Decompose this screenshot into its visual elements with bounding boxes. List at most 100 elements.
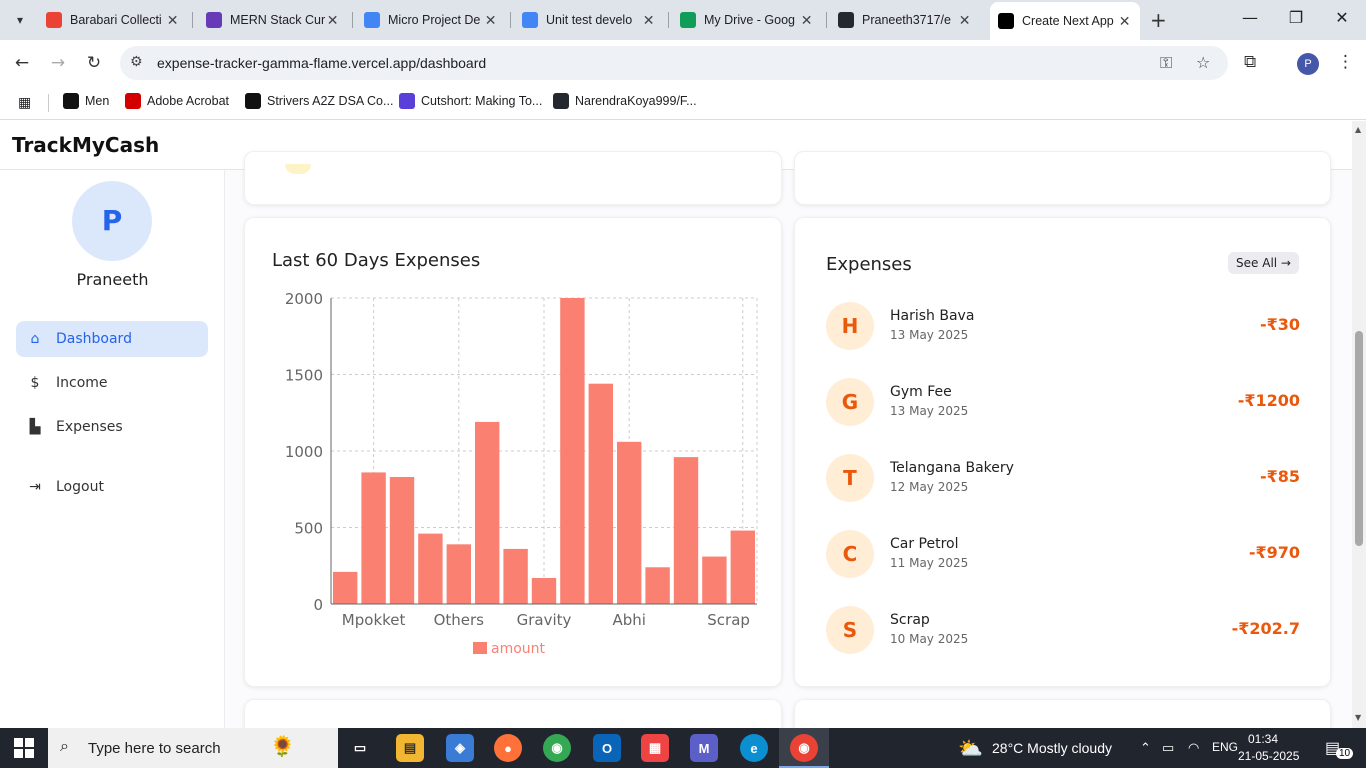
nav-item-logout[interactable]: ⇥ Logout [16, 469, 208, 505]
scroll-down-icon[interactable]: ▼ [1355, 713, 1361, 722]
edge-icon[interactable]: e [740, 734, 768, 762]
nav-label: Income [56, 375, 108, 391]
weather-icon[interactable]: ⛅ [958, 736, 983, 761]
tab-search-icon[interactable]: ▾ [8, 8, 32, 32]
extensions-icon[interactable]: ⧉ [1244, 52, 1256, 72]
close-tab-icon[interactable]: ✕ [165, 12, 180, 29]
bar [503, 548, 528, 604]
expense-amount: -₹1200 [1237, 391, 1300, 410]
expense-list-item[interactable]: H Harish Bava 13 May 2025 -₹30 [826, 302, 1300, 352]
nav-item-dashboard[interactable]: ⌂ Dashboard [16, 321, 208, 357]
apps-grid-icon[interactable]: ▦ [18, 94, 31, 111]
docs-icon [522, 12, 538, 28]
tab-1[interactable]: MERN Stack Cur ✕ [198, 4, 348, 36]
wifi-icon[interactable]: ◠ [1188, 740, 1199, 756]
expense-list-item[interactable]: C Car Petrol 11 May 2025 -₹970 [826, 530, 1300, 580]
site-settings-icon[interactable]: ⚙ [130, 54, 143, 70]
restore-icon[interactable]: ❐ [1273, 8, 1319, 27]
forward-icon[interactable]: → [47, 52, 69, 74]
expense-amount: -₹970 [1248, 543, 1300, 562]
nav-item-expenses[interactable]: ▙ Expenses [16, 409, 208, 445]
active-chrome-task[interactable]: ◉ [779, 728, 829, 768]
nav-item-income[interactable]: $ Income [16, 365, 208, 401]
minimize-icon[interactable]: — [1227, 8, 1273, 27]
bookmark-label: Adobe Acrobat [147, 94, 230, 108]
logout-icon: ⇥ [29, 479, 41, 495]
close-tab-icon[interactable]: ✕ [325, 12, 340, 29]
chart-icon: ▙ [29, 419, 41, 435]
back-icon[interactable]: ← [11, 52, 33, 74]
menu-icon[interactable]: ⋮ [1337, 52, 1354, 72]
tab-5[interactable]: Praneeth3717/e ✕ [830, 4, 980, 36]
expense-amount: -₹30 [1259, 315, 1300, 334]
see-all-button[interactable]: See All → [1228, 252, 1299, 274]
profile-avatar[interactable]: P [1297, 53, 1319, 75]
expense-avatar: T [826, 454, 874, 502]
search-icon: ⌕ [60, 738, 69, 755]
store-icon[interactable]: ▦ [641, 734, 669, 762]
y-tick-label: 2000 [285, 290, 323, 308]
new-tab-button[interactable]: + [1150, 8, 1167, 32]
tab-label: Create Next App [1022, 14, 1114, 28]
tab-0[interactable]: Barabari Collecti ✕ [38, 4, 188, 36]
bookmark-0[interactable]: Men [63, 93, 109, 109]
chrome-icon[interactable]: ◉ [543, 734, 571, 762]
close-tab-icon[interactable]: ✕ [799, 12, 814, 29]
tray-chevron-icon[interactable]: ⌃ [1140, 740, 1151, 756]
bookmark-2[interactable]: Strivers A2Z DSA Co... [245, 93, 393, 109]
windows-start-icon[interactable] [14, 738, 34, 758]
scrollbar-thumb[interactable] [1355, 331, 1363, 546]
bar [333, 571, 358, 604]
close-tab-icon[interactable]: ✕ [483, 12, 498, 29]
tab-4[interactable]: My Drive - Goog ✕ [672, 4, 822, 36]
scroll-up-icon[interactable]: ▲ [1355, 125, 1361, 134]
m365-icon[interactable]: M [690, 734, 718, 762]
app-viewport: TrackMyCash P Praneeth ⌂ Dashboard $ Income… [0, 121, 1366, 728]
tab-separator [668, 12, 669, 28]
expense-name: Gym Fee [890, 384, 952, 400]
url-text[interactable]: expense-tracker-gamma-flame.vercel.app/d… [157, 55, 486, 71]
github-icon [838, 12, 854, 28]
browser-tab-bar: ▾ Barabari Collecti ✕ MERN Stack Cur ✕ Micro… [0, 0, 1366, 40]
bookmark-1[interactable]: Adobe Acrobat [125, 93, 229, 109]
bookmark-4[interactable]: NarendraKoya999/F... [553, 93, 697, 109]
x-tick-label: Others [434, 611, 485, 629]
clock-date[interactable]: 21-05-2025 [1238, 749, 1299, 763]
clock-time[interactable]: 01:34 [1248, 732, 1278, 746]
language-indicator[interactable]: ENG [1212, 740, 1238, 754]
copilot-icon[interactable]: ◈ [446, 734, 474, 762]
expense-name: Telangana Bakery [890, 460, 1014, 476]
taskbar-search[interactable]: ⌕ Type here to search 🌻 [48, 728, 338, 768]
brand-logo[interactable]: TrackMyCash [12, 133, 159, 157]
weather-text[interactable]: 28°C Mostly cloudy [992, 740, 1112, 756]
expense-list-item[interactable]: G Gym Fee 13 May 2025 -₹1200 [826, 378, 1300, 428]
tab-3[interactable]: Unit test develo ✕ [514, 4, 664, 36]
legend-label: amount [491, 641, 546, 657]
nav-label: Dashboard [56, 331, 132, 347]
expense-list-item[interactable]: T Telangana Bakery 12 May 2025 -₹85 [826, 454, 1300, 504]
close-tab-icon[interactable]: ✕ [1117, 13, 1132, 30]
expense-avatar: C [826, 530, 874, 578]
card-above-left [244, 151, 782, 205]
password-key-icon[interactable]: ⚿ [1160, 53, 1172, 73]
expense-avatar: S [826, 606, 874, 654]
expense-list-item[interactable]: S Scrap 10 May 2025 -₹202.7 [826, 606, 1300, 656]
reload-icon[interactable]: ↻ [83, 52, 105, 74]
close-tab-icon[interactable]: ✕ [641, 12, 656, 29]
search-placeholder: Type here to search [88, 740, 221, 757]
tab-6[interactable]: Create Next App ✕ [990, 2, 1140, 40]
outlook-icon[interactable]: O [593, 734, 621, 762]
battery-icon[interactable]: ▭ [1162, 740, 1174, 756]
flower-doodle-icon: 🌻 [270, 736, 295, 758]
page-scrollbar[interactable]: ▲ ▼ [1352, 121, 1366, 728]
close-tab-icon[interactable]: ✕ [957, 12, 972, 29]
close-window-icon[interactable]: ✕ [1319, 8, 1365, 27]
task-view-icon[interactable]: ▭ [346, 734, 374, 762]
notifications-count: 10 [1336, 748, 1354, 759]
firefox-icon[interactable]: ● [494, 734, 522, 762]
tab-2[interactable]: Micro Project De ✕ [356, 4, 506, 36]
file-explorer-icon[interactable]: ▤ [396, 734, 424, 762]
bookmark-star-icon[interactable]: ☆ [1196, 53, 1210, 72]
address-bar[interactable]: ⚙ expense-tracker-gamma-flame.vercel.app… [120, 46, 1228, 80]
bookmark-3[interactable]: Cutshort: Making To... [399, 93, 542, 109]
